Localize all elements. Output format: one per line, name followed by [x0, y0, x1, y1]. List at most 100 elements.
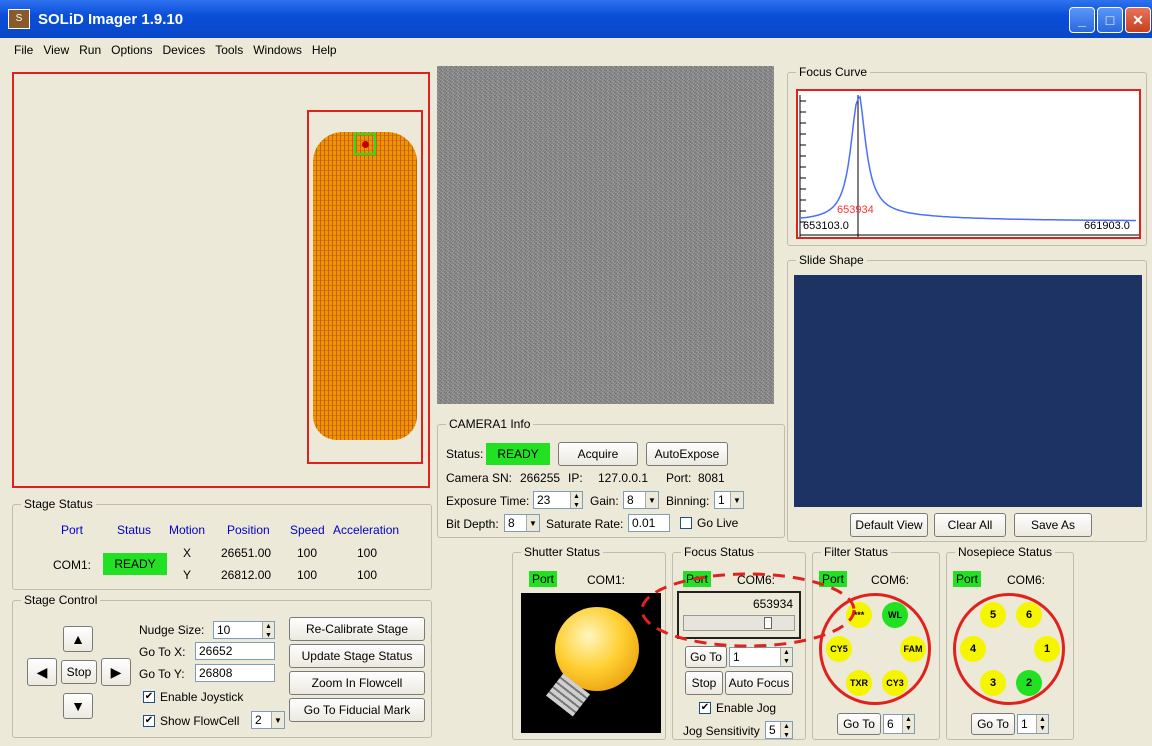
autoexpose-button[interactable]: AutoExpose — [646, 442, 728, 466]
recalibrate-stage-button[interactable]: Re-Calibrate Stage — [289, 617, 425, 641]
camera-sn-value: 266255 — [520, 471, 561, 485]
arrow-up-icon: ▲ — [71, 631, 85, 647]
filter-goto-input[interactable]: 6 ▲ ▼ — [883, 714, 915, 734]
goto-x-input[interactable]: 26652 — [195, 642, 275, 660]
camera-port-label: Port: — [666, 471, 692, 485]
joystick-box[interactable]: ✔ — [143, 691, 155, 703]
menu-windows[interactable]: Windows — [253, 43, 302, 57]
binning-select[interactable]: 1 ▼ — [714, 491, 744, 509]
flowcell-grid[interactable] — [313, 132, 417, 440]
autofocus-button[interactable]: Auto Focus — [725, 671, 793, 695]
menu-help[interactable]: Help — [312, 43, 337, 57]
flowcell-select[interactable]: 2 ▼ — [251, 711, 285, 729]
flowcell-rows — [313, 132, 417, 440]
nosepiece-pos-1[interactable]: 1 — [1034, 636, 1060, 662]
speed-y: 100 — [297, 568, 318, 582]
jog-sensitivity-input[interactable]: 5 ▲ ▼ — [765, 721, 793, 739]
jog-sensitivity-label: Jog Sensitivity — [683, 724, 760, 738]
nudge-spin-icon[interactable]: ▲ ▼ — [262, 622, 274, 639]
filter-com-label: COM6: — [871, 573, 910, 587]
menu-run[interactable]: Run — [79, 43, 101, 57]
camera-status-badge: READY — [486, 443, 550, 465]
filter-pos-txr[interactable]: TXR — [846, 670, 872, 696]
menu-tools[interactable]: Tools — [215, 43, 243, 57]
gain-dropdown-icon[interactable]: ▼ — [645, 492, 658, 508]
flowcell-box[interactable]: ✔ — [143, 715, 155, 727]
shutter-com-label: COM1: — [587, 573, 626, 587]
nosepiece-pos-4[interactable]: 4 — [960, 636, 986, 662]
minimize-icon[interactable]: _ — [1069, 7, 1095, 33]
enable-jog-label: Enable Jog — [716, 701, 777, 715]
enable-joystick-checkbox[interactable]: ✔ Enable Joystick — [143, 690, 243, 704]
zoom-in-flowcell-button[interactable]: Zoom In Flowcell — [289, 671, 425, 695]
move-down-button[interactable]: ▼ — [63, 693, 93, 719]
clear-all-button[interactable]: Clear All — [934, 513, 1006, 537]
save-as-button[interactable]: Save As — [1014, 513, 1092, 537]
camera-status-label: Status: — [446, 447, 484, 461]
stage-stop-button[interactable]: Stop — [61, 660, 97, 684]
nosepiece-status-title: Nosepiece Status — [955, 545, 1056, 559]
nudge-size-value: 10 — [217, 623, 231, 637]
acquire-button[interactable]: Acquire — [558, 442, 638, 466]
nosepiece-com-label: COM6: — [1007, 573, 1046, 587]
goto-y-input[interactable]: 26808 — [195, 664, 275, 682]
nosepiece-goto-input[interactable]: 1 ▲ ▼ — [1017, 714, 1049, 734]
nosepiece-spin-icon[interactable]: ▲ ▼ — [1036, 715, 1048, 733]
move-left-button[interactable]: ◀ — [27, 658, 57, 686]
goto-fiducial-mark-button[interactable]: Go To Fiducial Mark — [289, 698, 425, 722]
bitdepth-select[interactable]: 8 ▼ — [504, 514, 540, 532]
stage-status-badge: READY — [103, 553, 167, 575]
move-right-button[interactable]: ▶ — [101, 658, 131, 686]
menu-devices[interactable]: Devices — [163, 43, 206, 57]
shutter-port-badge: Port — [529, 571, 558, 587]
exposure-input[interactable]: 23 ▲ ▼ — [533, 491, 583, 509]
default-view-button[interactable]: Default View — [850, 513, 928, 537]
camera-ip-label: IP: — [568, 471, 583, 485]
jog-spin-icon[interactable]: ▲ ▼ — [780, 722, 792, 739]
golive-box[interactable] — [680, 517, 692, 529]
menu-view[interactable]: View — [43, 43, 69, 57]
jog-box[interactable]: ✔ — [699, 702, 711, 714]
nudge-size-label: Nudge Size: — [139, 623, 205, 637]
show-flowcell-checkbox[interactable]: ✔ Show FlowCell — [143, 714, 239, 728]
nudge-size-input[interactable]: 10 ▲ ▼ — [213, 621, 275, 639]
nosepiece-pos-3[interactable]: 3 — [980, 670, 1006, 696]
binning-dropdown-icon[interactable]: ▼ — [730, 492, 743, 508]
saturate-input[interactable]: 0.01 — [628, 514, 670, 532]
filter-pos-cy3[interactable]: CY3 — [882, 670, 908, 696]
exposure-spin-icon[interactable]: ▲ ▼ — [570, 492, 582, 509]
position-dot — [362, 141, 369, 148]
nosepiece-goto-button[interactable]: Go To — [971, 713, 1015, 735]
jog-sensitivity-value: 5 — [769, 723, 776, 737]
slide-shape-group: Slide Shape Default View Clear All Save … — [787, 253, 1147, 542]
goto-x-label: Go To X: — [139, 645, 186, 659]
focus-curve-svg: 653103.0 661903.0 653934 — [799, 95, 1139, 237]
menu-file[interactable]: File — [14, 43, 33, 57]
update-stage-status-button[interactable]: Update Stage Status — [289, 644, 425, 668]
speed-x: 100 — [297, 546, 318, 560]
stage-map-panel[interactable] — [12, 72, 430, 488]
focus-stop-button[interactable]: Stop — [685, 671, 723, 695]
arrow-down-icon: ▼ — [71, 698, 85, 714]
nosepiece-pos-6[interactable]: 6 — [1016, 602, 1042, 628]
flowcell-dropdown-icon[interactable]: ▼ — [271, 712, 284, 728]
flowcell-value: 2 — [255, 713, 262, 727]
golive-checkbox[interactable]: Go Live — [680, 516, 738, 530]
filter-goto-button[interactable]: Go To — [837, 713, 881, 735]
filter-status-title: Filter Status — [821, 545, 892, 559]
enable-jog-checkbox[interactable]: ✔ Enable Jog — [699, 701, 776, 715]
filter-pos-wl[interactable]: WL — [882, 602, 908, 628]
gain-select[interactable]: 8 ▼ — [623, 491, 659, 509]
nosepiece-pos-5[interactable]: 5 — [980, 602, 1006, 628]
slide-shape-canvas[interactable] — [794, 275, 1142, 507]
bitdepth-dropdown-icon[interactable]: ▼ — [526, 515, 539, 531]
position-x: 26651.00 — [221, 546, 272, 560]
menu-options[interactable]: Options — [111, 43, 152, 57]
nosepiece-wheel: 6 1 2 3 4 5 — [953, 593, 1065, 705]
nosepiece-pos-2[interactable]: 2 — [1016, 670, 1042, 696]
close-icon[interactable]: ✕ — [1125, 7, 1151, 33]
move-up-button[interactable]: ▲ — [63, 626, 93, 652]
filter-pos-fam[interactable]: FAM — [900, 636, 926, 662]
maximize-icon[interactable]: □ — [1097, 7, 1123, 33]
filter-spin-icon[interactable]: ▲ ▼ — [902, 715, 914, 733]
